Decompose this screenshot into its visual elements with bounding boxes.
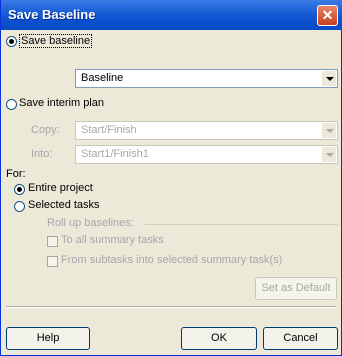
set-as-default-button[interactable]: Set as Default: [255, 277, 337, 300]
into-label: Into:: [31, 148, 53, 160]
to-summary-label[interactable]: To all summary tasks: [61, 234, 164, 246]
close-button[interactable]: ✕: [317, 5, 338, 26]
rollup-label: Roll up baselines:: [47, 217, 134, 229]
save-interim-label[interactable]: Save interim plan: [19, 97, 104, 109]
copy-label: Copy:: [31, 124, 60, 136]
baseline-select[interactable]: Baseline: [75, 69, 338, 88]
baseline-select-value: Baseline: [81, 72, 124, 84]
help-button[interactable]: Help: [6, 327, 90, 350]
title-bar[interactable]: Save Baseline ✕: [1, 0, 342, 30]
cancel-button[interactable]: Cancel: [263, 327, 338, 350]
chevron-down-icon[interactable]: [321, 71, 336, 86]
copy-select-value: Start/Finish: [81, 124, 137, 136]
chevron-down-icon[interactable]: [321, 147, 336, 162]
rollup-divider: [145, 224, 338, 225]
save-baseline-label[interactable]: Save baseline: [19, 34, 93, 48]
save-baseline-radio[interactable]: [6, 36, 17, 47]
from-subtasks-label[interactable]: From subtasks into selected summary task…: [61, 254, 282, 266]
entire-project-radio[interactable]: [14, 184, 25, 195]
chevron-down-icon[interactable]: [321, 123, 336, 138]
selected-tasks-radio[interactable]: [14, 201, 25, 212]
from-subtasks-checkbox[interactable]: [47, 256, 58, 267]
copy-select[interactable]: Start/Finish: [75, 121, 338, 140]
footer-divider: [6, 306, 336, 308]
into-select-value: Start1/Finish1: [81, 148, 149, 160]
save-interim-radio[interactable]: [6, 99, 17, 110]
dialog-title: Save Baseline: [8, 7, 96, 22]
close-icon: ✕: [321, 7, 334, 23]
into-select[interactable]: Start1/Finish1: [75, 145, 338, 164]
save-baseline-dialog: Save Baseline ✕ Save baseline Baseline S…: [0, 0, 342, 356]
to-summary-checkbox[interactable]: [47, 236, 58, 247]
selected-tasks-label[interactable]: Selected tasks: [28, 199, 100, 211]
for-label: For:: [6, 168, 26, 180]
entire-project-label[interactable]: Entire project: [28, 182, 93, 194]
ok-button[interactable]: OK: [181, 327, 257, 350]
